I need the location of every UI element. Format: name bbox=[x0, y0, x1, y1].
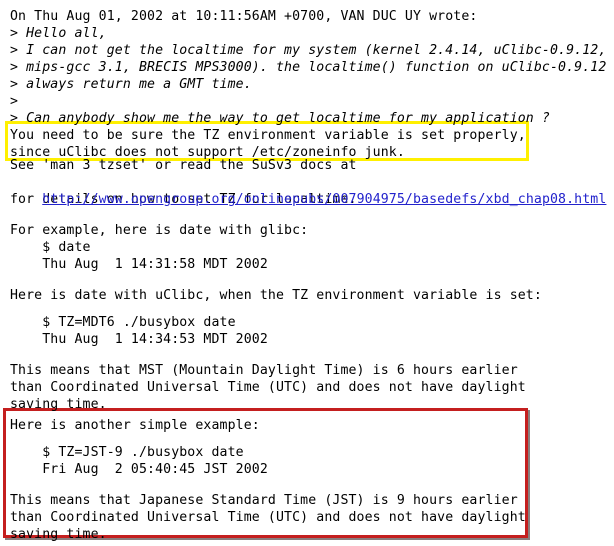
message-text-line: See 'man 3 tzset' or read the SuSv3 docs… bbox=[10, 158, 357, 173]
message-text-line: On Thu Aug 01, 2002 at 10:11:56AM +0700,… bbox=[10, 9, 478, 24]
quoted-text-line: > Can anybody show me the way to get loc… bbox=[10, 111, 550, 126]
message-text-line: Here is date with uClibc, when the TZ en… bbox=[10, 288, 542, 303]
message-body: On Thu Aug 01, 2002 at 10:11:56AM +0700,… bbox=[0, 0, 614, 546]
message-text-line: $ TZ=MDT6 ./busybox date bbox=[10, 315, 236, 330]
message-text-line: saving time. bbox=[10, 397, 107, 412]
message-text-line: $ date bbox=[10, 240, 91, 255]
quoted-text-line: > Hello all, bbox=[10, 26, 107, 41]
message-text-line: Here is another simple example: bbox=[10, 418, 260, 433]
external-link-line[interactable]: http://www.opengroup.org/onlinepubs/0079… bbox=[10, 174, 606, 226]
message-text-line: This means that MST (Mountain Daylight T… bbox=[10, 363, 518, 378]
quoted-text-line: > I can not get the localtime for my sys… bbox=[10, 43, 607, 58]
quoted-text-line: > bbox=[10, 94, 19, 109]
message-text-line: Fri Aug 2 05:40:45 JST 2002 bbox=[10, 462, 268, 477]
quoted-text-line: > mips-gcc 3.1, BRECIS MPS3000). the loc… bbox=[10, 60, 607, 75]
message-text-line: than Coordinated Universal Time (UTC) an… bbox=[10, 510, 526, 525]
message-text-line: Thu Aug 1 14:34:53 MDT 2002 bbox=[10, 332, 268, 347]
message-text-line: saving time. bbox=[10, 527, 107, 542]
message-text-line: $ TZ=JST-9 ./busybox date bbox=[10, 445, 244, 460]
message-text-line: You need to be sure the TZ environment v… bbox=[10, 128, 526, 143]
message-text-line: than Coordinated Universal Time (UTC) an… bbox=[10, 380, 526, 395]
opengroup-tzset-link[interactable]: http://www.opengroup.org/onlinepubs/0079… bbox=[42, 192, 606, 207]
message-text-line: Thu Aug 1 14:31:58 MDT 2002 bbox=[10, 257, 268, 272]
quoted-text-line: > always return me a GMT time. bbox=[10, 77, 252, 92]
message-text-line: This means that Japanese Standard Time (… bbox=[10, 493, 518, 508]
